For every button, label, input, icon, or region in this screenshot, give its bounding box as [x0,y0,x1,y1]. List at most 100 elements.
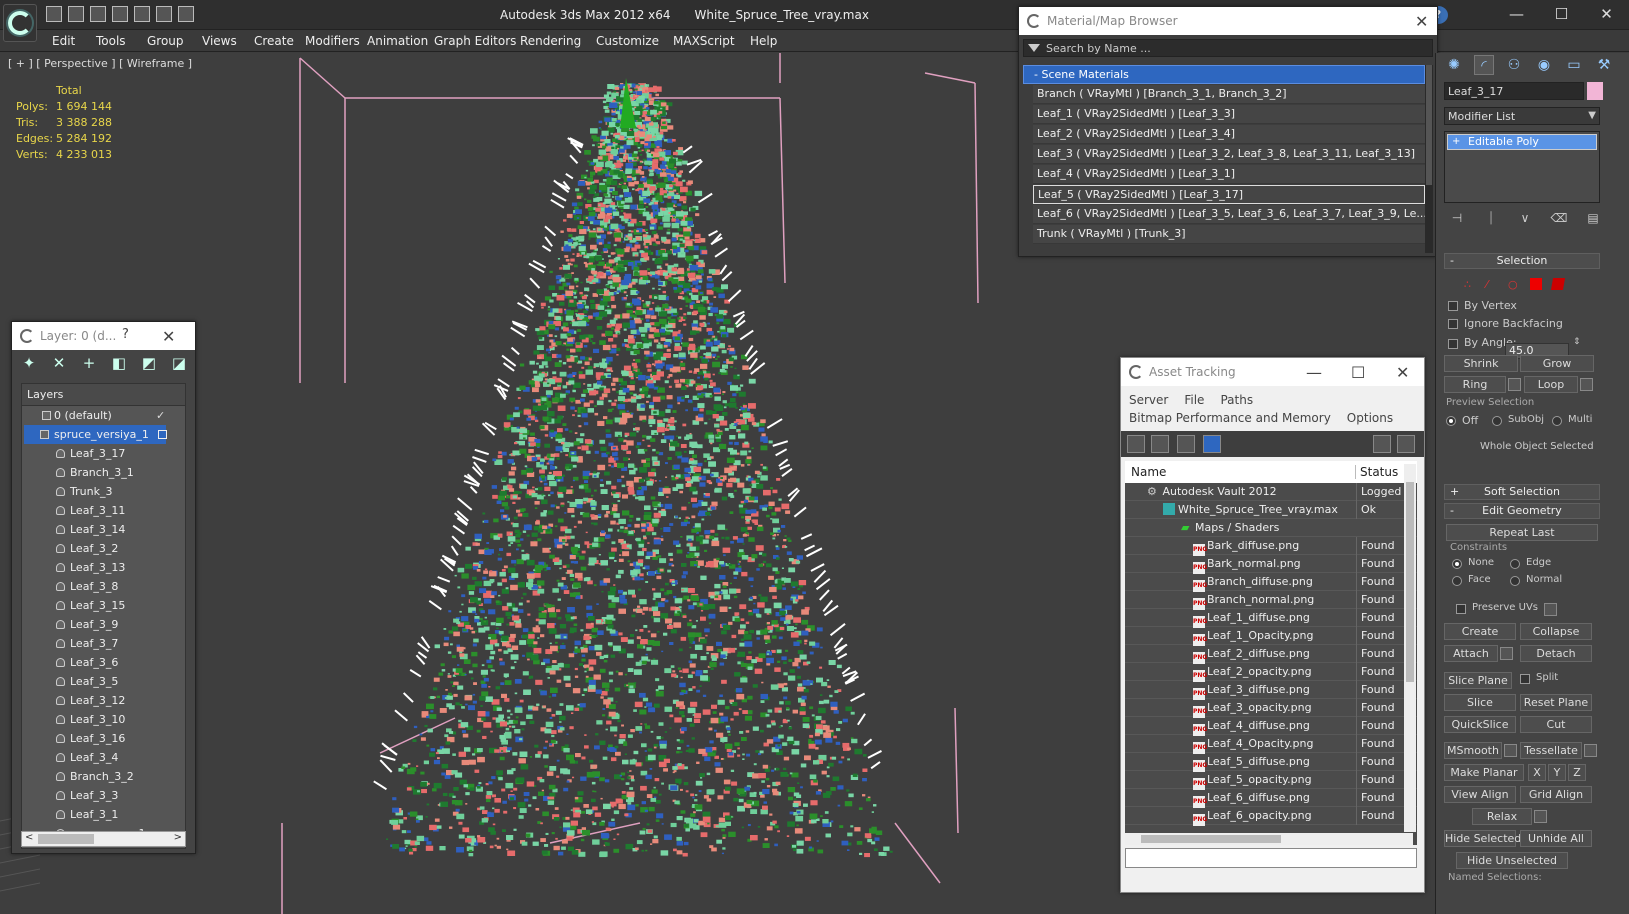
dropdown-triangle-icon[interactable] [1028,44,1040,52]
asset-row[interactable]: PNGLeaf_2_diffuse.png Found [1125,645,1417,664]
scroll-right-icon[interactable]: > [174,832,182,843]
asset-menu-file[interactable]: File [1184,393,1204,407]
hide-all-icon[interactable]: ◪ [170,354,188,372]
asset-row[interactable]: PNGLeaf_5_opacity.png Found [1125,771,1417,790]
maximize-icon[interactable]: ☐ [1351,363,1365,382]
asset-row[interactable]: PNGLeaf_1_Opacity.png Found [1125,627,1417,646]
object-name-field[interactable]: Leaf_3_17 [1444,82,1584,100]
new-layer-icon[interactable]: ✦ [20,354,38,372]
by-angle-checkbox[interactable] [1448,339,1458,349]
constraint-normal-radio[interactable] [1510,576,1520,586]
layer-object-row[interactable]: Leaf_3_5 [22,672,185,691]
make-unique-icon[interactable]: ∨ [1516,211,1534,227]
close-icon[interactable]: ✕ [1396,363,1409,382]
material-item[interactable]: Leaf_4 ( VRay2SidedMtl ) [Leaf_3_1] [1033,165,1425,184]
viewport-label[interactable]: [ + ] [ Perspective ] [ Wireframe ] [8,57,192,70]
tessellate-settings-button[interactable] [1584,744,1597,757]
ring-button[interactable]: Ring [1444,376,1506,393]
msmooth-button[interactable]: MSmooth [1444,742,1502,759]
vertex-select-icon[interactable]: ∴ [1464,278,1476,291]
list-view-icon[interactable] [1151,435,1169,453]
delete-layer-icon[interactable]: ✕ [50,354,68,372]
constraint-face-radio[interactable] [1452,576,1462,586]
save-file-icon[interactable] [90,6,106,22]
refresh-icon[interactable] [1127,435,1145,453]
preserve-uvs-settings-button[interactable] [1544,603,1557,616]
display-tab-icon[interactable]: ▭ [1564,55,1584,75]
scroll-left-icon[interactable]: < [25,832,33,843]
material-item[interactable]: Leaf_6 ( VRay2SidedMtl ) [Leaf_3_5, Leaf… [1033,205,1425,224]
hide-unselected-button[interactable]: Hide Unselected [1456,852,1568,869]
spinner-arrows-icon[interactable]: ⇕ [1573,337,1581,347]
hold-icon[interactable] [156,6,172,22]
repeat-last-button[interactable]: Repeat Last [1446,524,1598,541]
thumbnail-view-icon[interactable] [1177,435,1195,453]
asset-horizontal-scrollbar[interactable] [1125,833,1413,845]
asset-row[interactable]: PNGLeaf_2_opacity.png Found [1125,663,1417,682]
close-button[interactable]: ✕ [1584,0,1629,30]
menu-animation[interactable]: Animation [367,34,428,48]
highlight-layer-icon[interactable]: ◩ [140,354,158,372]
layer-object-row[interactable]: Leaf_3_6 [22,653,185,672]
edge-select-icon[interactable]: ⁄ [1486,278,1498,291]
layer-object-row[interactable]: Leaf_3_1 [22,805,185,824]
asset-menu-paths[interactable]: Paths [1220,393,1253,407]
minimize-button[interactable]: — [1494,0,1539,30]
stack-item-editable-poly[interactable]: Editable Poly [1447,134,1597,150]
edit-geometry-rollout-header[interactable]: - Edit Geometry [1444,503,1600,519]
view-align-button[interactable]: View Align [1444,786,1516,803]
planar-y-button[interactable]: Y [1548,764,1566,781]
attach-list-button[interactable] [1500,647,1513,660]
tessellate-button[interactable]: Tessellate [1520,742,1582,759]
loop-spinner[interactable] [1580,378,1593,391]
help-button[interactable]: ? [122,327,129,342]
layer-object-row[interactable]: Leaf_3_16 [22,729,185,748]
unhide-all-button[interactable]: Unhide All [1520,830,1592,847]
grow-button[interactable]: Grow [1520,355,1594,372]
configure-sets-icon[interactable]: ▤ [1584,211,1602,227]
material-item[interactable]: Branch ( VRayMtl ) [Branch_3_1, Branch_3… [1033,85,1425,104]
asset-row[interactable]: PNGLeaf_4_diffuse.png Found [1125,717,1417,736]
asset-row[interactable]: ▰ Maps / Shaders [1125,519,1417,537]
modifier-list-dropdown[interactable]: Modifier List ▼ [1444,107,1600,125]
asset-row[interactable]: PNGBark_diffuse.png Found [1125,537,1417,556]
layer-object-row[interactable]: Leaf_3_10 [22,710,185,729]
project-folder-icon[interactable] [178,6,194,22]
reset-plane-button[interactable]: Reset Plane [1520,694,1592,711]
redo-icon[interactable] [134,6,150,22]
object-color-swatch[interactable] [1587,82,1603,100]
layer-object-row[interactable]: Leaf_3_17 [22,444,185,463]
asset-row[interactable]: PNGLeaf_3_diffuse.png Found [1125,681,1417,700]
layer-object-row[interactable]: Leaf_3_3 [22,786,185,805]
layer-object-row[interactable]: Leaf_3_8 [22,577,185,596]
layer-row-default[interactable]: 0 (default) ✓ [22,406,185,425]
msmooth-settings-button[interactable] [1504,744,1517,757]
menu-edit[interactable]: Edit [52,34,75,48]
asset-row[interactable]: PNGLeaf_6_opacity.png Found [1125,807,1417,826]
scene-materials-group[interactable]: - Scene Materials [1023,65,1425,84]
border-select-icon[interactable]: ○ [1508,278,1520,291]
menu-customize[interactable]: Customize [596,34,659,48]
layer-object-row[interactable]: Leaf_3_2 [22,539,185,558]
soft-selection-rollout-header[interactable]: + Soft Selection [1444,484,1600,500]
planar-z-button[interactable]: Z [1568,764,1586,781]
loop-button[interactable]: Loop [1524,376,1578,393]
hide-selected-button[interactable]: Hide Selected [1444,830,1521,847]
app-logo-icon[interactable] [3,4,37,42]
menu-help[interactable]: Help [750,34,777,48]
relax-settings-button[interactable] [1534,810,1547,823]
undo-icon[interactable] [112,6,128,22]
asset-row[interactable]: PNGLeaf_4_Opacity.png Found [1125,735,1417,754]
create-button[interactable]: Create [1444,623,1516,640]
menu-group[interactable]: Group [147,34,184,48]
material-item[interactable]: Leaf_2 ( VRay2SidedMtl ) [Leaf_3_4] [1033,125,1425,144]
asset-titlebar[interactable]: Asset Tracking — ☐ ✕ [1121,358,1424,386]
pin-stack-icon[interactable]: ⊣ [1448,211,1466,227]
select-objects-icon[interactable]: ◧ [110,354,128,372]
maximize-button[interactable]: ☐ [1539,0,1584,30]
ring-spinner[interactable] [1508,378,1521,391]
preserve-uvs-checkbox[interactable] [1456,604,1466,614]
by-vertex-checkbox[interactable] [1448,301,1458,311]
material-search-input[interactable]: Search by Name ... [1023,39,1433,57]
attach-button[interactable]: Attach [1444,645,1498,662]
